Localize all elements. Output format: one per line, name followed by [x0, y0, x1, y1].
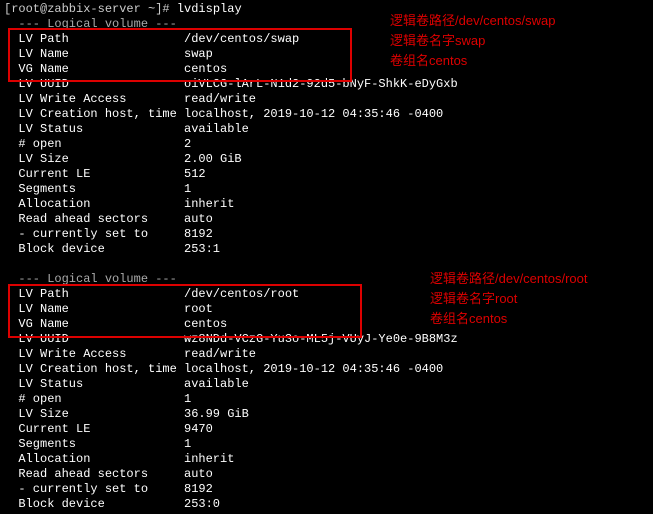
lv-path-row: LV Path/dev/centos/root: [4, 287, 649, 302]
annotation-name-2: 逻辑卷名字root: [430, 288, 517, 307]
allocation-row: Allocationinherit: [4, 197, 649, 212]
lv-status-row: LV Statusavailable: [4, 122, 649, 137]
lv-creation-row: LV Creation host, timelocalhost, 2019-10…: [4, 107, 649, 122]
read-ahead-row: Read ahead sectorsauto: [4, 467, 649, 482]
block-device-row: Block device253:0: [4, 497, 649, 512]
lv-write-access-row: LV Write Accessread/write: [4, 92, 649, 107]
lv-size-row: LV Size2.00 GiB: [4, 152, 649, 167]
currently-set-row: - currently set to8192: [4, 482, 649, 497]
annotation-vg-1: 卷组名centos: [390, 50, 467, 69]
annotation-path-1: 逻辑卷路径/dev/centos/swap: [390, 10, 555, 29]
current-le-row: Current LE9470: [4, 422, 649, 437]
currently-set-row: - currently set to8192: [4, 227, 649, 242]
lv-size-row: LV Size36.99 GiB: [4, 407, 649, 422]
lv-uuid-row: LV UUIDoiVLCG-lArL-N1d2-92d5-bNyF-ShkK-e…: [4, 77, 649, 92]
allocation-row: Allocationinherit: [4, 452, 649, 467]
segments-row: Segments1: [4, 437, 649, 452]
block-device-row: Block device253:1: [4, 242, 649, 257]
lv-name-row: LV Nameswap: [4, 47, 649, 62]
lv-creation-row: LV Creation host, timelocalhost, 2019-10…: [4, 362, 649, 377]
lv-path-row: LV Path/dev/centos/swap: [4, 32, 649, 47]
open-row: # open2: [4, 137, 649, 152]
read-ahead-row: Read ahead sectorsauto: [4, 212, 649, 227]
annotation-vg-2: 卷组名centos: [430, 308, 507, 327]
terminal-output: [root@zabbix-server ~]# lvdisplay --- Lo…: [0, 0, 653, 514]
lv-status-row: LV Statusavailable: [4, 377, 649, 392]
annotation-path-2: 逻辑卷路径/dev/centos/root: [430, 268, 588, 287]
vg-name-row: VG Namecentos: [4, 317, 649, 332]
command-text: lvdisplay: [177, 2, 242, 16]
shell-prompt: [root@zabbix-server ~]#: [4, 2, 177, 16]
lv-write-access-row: LV Write Accessread/write: [4, 347, 649, 362]
vg-name-row: VG Namecentos: [4, 62, 649, 77]
lv-uuid-row: LV UUIDwz8NDd-VCzG-Yu3o-ML5j-VUyJ-Ye0e-9…: [4, 332, 649, 347]
lv-name-row: LV Nameroot: [4, 302, 649, 317]
segments-row: Segments1: [4, 182, 649, 197]
annotation-name-1: 逻辑卷名字swap: [390, 30, 485, 49]
open-row: # open1: [4, 392, 649, 407]
current-le-row: Current LE512: [4, 167, 649, 182]
